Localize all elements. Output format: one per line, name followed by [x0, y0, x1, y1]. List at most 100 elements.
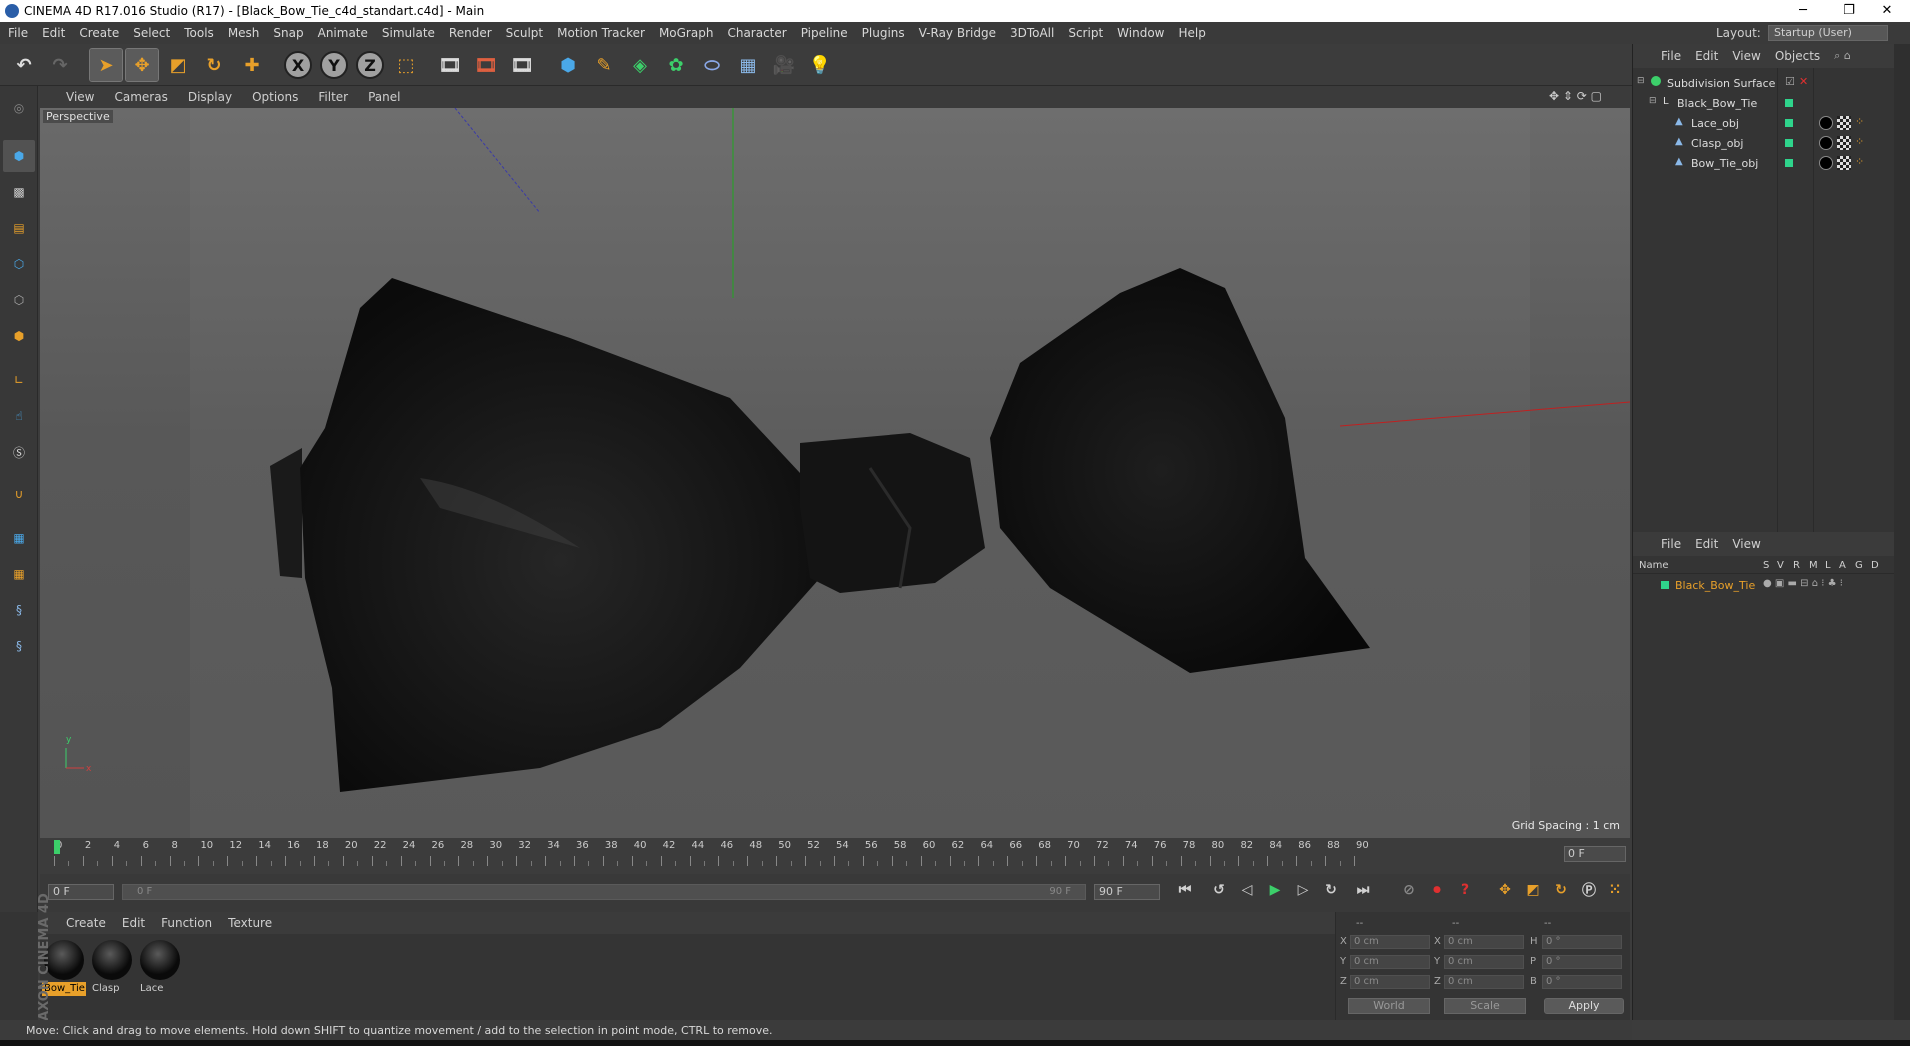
selection-tag-icon[interactable]: ⁘: [1855, 135, 1864, 148]
viewport-menu-display[interactable]: Display: [188, 90, 232, 104]
object-row-subdivision-surface[interactable]: ⊟ Subdivision Surface ☑ ✕: [1633, 74, 1895, 94]
viewport-nav-icons[interactable]: ✥ ⇕ ⟳ ▢: [1549, 89, 1602, 103]
layout-dropdown[interactable]: Startup (User): [1768, 25, 1888, 41]
layer-color-swatch[interactable]: [1785, 139, 1793, 147]
material-menu-texture[interactable]: Texture: [228, 916, 272, 930]
texture-tag-icon[interactable]: [1837, 136, 1851, 150]
size-x-field[interactable]: 0 cm: [1444, 935, 1524, 949]
menu-vray-bridge[interactable]: V-Ray Bridge: [919, 26, 996, 40]
rotate-tool-icon[interactable]: ↻: [198, 49, 230, 81]
menu-edit[interactable]: Edit: [42, 26, 65, 40]
menu-simulate[interactable]: Simulate: [382, 26, 435, 40]
right-tab-strip[interactable]: [1894, 44, 1910, 1020]
layer-color-swatch[interactable]: [1785, 119, 1793, 127]
coordinate-system-icon[interactable]: ⬚: [390, 49, 422, 81]
column-locked[interactable]: L: [1825, 560, 1831, 571]
autokey-icon[interactable]: ⏺: [1424, 877, 1450, 903]
viewport-menu-options[interactable]: Options: [252, 90, 298, 104]
next-frame-icon[interactable]: ▷: [1290, 877, 1316, 903]
layer-color-swatch[interactable]: [1661, 581, 1669, 589]
timeline-ruler[interactable]: 0246810121416182022242628303234363840424…: [40, 838, 1630, 874]
floor-icon[interactable]: ▦: [732, 49, 764, 81]
viewport-menu-view[interactable]: View: [66, 90, 94, 104]
layers-menu-file[interactable]: File: [1661, 537, 1681, 551]
planar-workplane-icon[interactable]: ▦: [3, 558, 35, 590]
object-row-lace[interactable]: ▲ Lace_obj ⁘: [1633, 114, 1895, 134]
z-axis-lock-button[interactable]: Z: [354, 49, 386, 81]
menu-file[interactable]: File: [8, 26, 28, 40]
collapse-icon[interactable]: ⊟: [1637, 76, 1645, 86]
render-view-icon[interactable]: 🎞: [434, 49, 466, 81]
column-animation[interactable]: A: [1839, 560, 1846, 571]
subdivision-surface-icon[interactable]: ◈: [624, 49, 656, 81]
end-frame-field[interactable]: 90 F: [1094, 884, 1160, 900]
column-generators[interactable]: G: [1855, 560, 1863, 571]
playhead[interactable]: [54, 840, 60, 854]
layer-color-swatch[interactable]: [1785, 159, 1793, 167]
layers-menu-edit[interactable]: Edit: [1695, 537, 1718, 551]
rotation-b-field[interactable]: 0 °: [1542, 975, 1622, 989]
objects-menu-view[interactable]: View: [1732, 49, 1760, 63]
move-tool-icon[interactable]: ✥: [125, 48, 159, 82]
layer-color-swatch[interactable]: [1785, 99, 1793, 107]
transform-mode-dropdown[interactable]: Scale: [1444, 998, 1526, 1014]
prev-frame-icon[interactable]: ◁: [1234, 877, 1260, 903]
record-keys-icon[interactable]: ⊘: [1396, 877, 1422, 903]
scale-tool-icon[interactable]: ◩: [162, 49, 194, 81]
position-y-field[interactable]: 0 cm: [1350, 955, 1430, 969]
frame-range-slider[interactable]: 0 F 90 F: [122, 884, 1086, 900]
menu-snap[interactable]: Snap: [273, 26, 303, 40]
texture-tag-icon[interactable]: [1837, 156, 1851, 170]
python-icon[interactable]: §: [3, 594, 35, 626]
viewport-menu-panel[interactable]: Panel: [368, 90, 400, 104]
python-script-icon[interactable]: §: [3, 630, 35, 662]
menu-3dtoall[interactable]: 3DToAll: [1010, 26, 1054, 40]
tweak-mode-icon[interactable]: ☝: [3, 400, 35, 432]
enable-check-icon[interactable]: ☑: [1785, 75, 1795, 88]
search-icon[interactable]: ⌕ ⌂: [1834, 49, 1851, 63]
menu-animate[interactable]: Animate: [318, 26, 368, 40]
material-menu-edit[interactable]: Edit: [122, 916, 145, 930]
make-editable-icon[interactable]: ◎: [3, 92, 35, 124]
minimize-button[interactable]: ─: [1780, 0, 1826, 22]
material-tag-icon[interactable]: [1819, 156, 1833, 170]
visibility-x-icon[interactable]: ✕: [1799, 75, 1808, 88]
objects-menu-objects[interactable]: Objects: [1775, 49, 1820, 63]
material-menu-function[interactable]: Function: [161, 916, 212, 930]
viewport-menu-cameras[interactable]: Cameras: [114, 90, 167, 104]
menu-create[interactable]: Create: [79, 26, 119, 40]
select-arrow-icon[interactable]: ➤: [89, 48, 123, 82]
layer-row-black-bow-tie[interactable]: Black_Bow_Tie ● ▣ ▬ ⊟ ⌂ ⁝ ♣ ⁝: [1633, 576, 1895, 596]
rotation-h-field[interactable]: 0 °: [1542, 935, 1622, 949]
camera-icon[interactable]: 🎥: [768, 49, 800, 81]
y-axis-lock-button[interactable]: Y: [318, 49, 350, 81]
model-mode-icon[interactable]: ⬢: [3, 140, 35, 172]
key-scale-icon[interactable]: ◩: [1520, 877, 1546, 903]
start-frame-field[interactable]: 0 F: [48, 884, 114, 900]
column-deformers[interactable]: D: [1871, 560, 1879, 571]
next-key-icon[interactable]: ↻: [1318, 877, 1344, 903]
viewport-menu-filter[interactable]: Filter: [318, 90, 348, 104]
key-rotation-icon[interactable]: ↻: [1548, 877, 1574, 903]
material-tag-icon[interactable]: [1819, 116, 1833, 130]
menu-character[interactable]: Character: [727, 26, 786, 40]
position-z-field[interactable]: 0 cm: [1350, 975, 1430, 989]
x-axis-lock-button[interactable]: X: [282, 49, 314, 81]
cloner-icon[interactable]: ✿: [660, 49, 692, 81]
menu-sculpt[interactable]: Sculpt: [506, 26, 543, 40]
column-solo[interactable]: S: [1763, 560, 1769, 571]
menu-script[interactable]: Script: [1068, 26, 1103, 40]
menu-mograph[interactable]: MoGraph: [659, 26, 714, 40]
lock-workplane-icon[interactable]: ▦: [3, 522, 35, 554]
layer-toggle-icons[interactable]: ● ▣ ▬ ⊟ ⌂ ⁝ ♣ ⁝: [1763, 578, 1843, 589]
key-pla-icon[interactable]: ⁙: [1602, 877, 1628, 903]
material-tag-icon[interactable]: [1819, 136, 1833, 150]
column-view[interactable]: V: [1777, 560, 1784, 571]
rotation-p-field[interactable]: 0 °: [1542, 955, 1622, 969]
key-parameter-icon[interactable]: Ⓟ: [1576, 877, 1602, 903]
menu-motion-tracker[interactable]: Motion Tracker: [557, 26, 645, 40]
menu-window[interactable]: Window: [1117, 26, 1164, 40]
workplane-mode-icon[interactable]: ▤: [3, 212, 35, 244]
goto-start-icon[interactable]: ⏮: [1172, 877, 1198, 903]
menu-plugins[interactable]: Plugins: [862, 26, 905, 40]
